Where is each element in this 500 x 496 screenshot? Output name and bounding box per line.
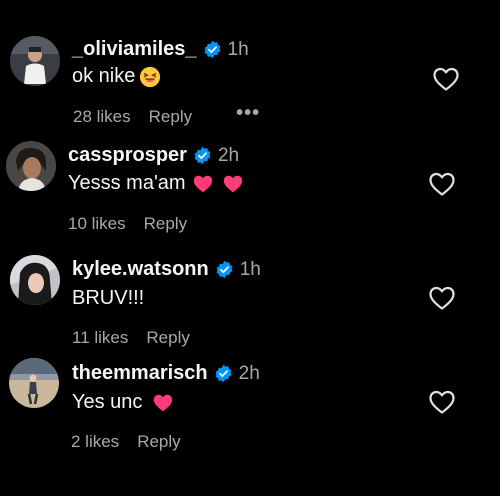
comment-meta: 2 likes Reply [71, 432, 181, 452]
reply-button[interactable]: Reply [137, 432, 180, 452]
comment-text: Yes unc [72, 391, 174, 414]
like-heart-icon[interactable] [428, 285, 456, 311]
pink-heart-icon [222, 173, 244, 195]
like-heart-icon[interactable] [428, 389, 456, 415]
reply-button[interactable]: Reply [144, 214, 187, 234]
comment-body: Yesss ma'am [68, 172, 186, 194]
like-heart-icon[interactable] [428, 171, 456, 197]
comment-meta: 11 likes Reply [72, 328, 190, 348]
comment-meta: 10 likes Reply [68, 214, 187, 234]
reply-button[interactable]: Reply [146, 328, 189, 348]
comment-item: theemmarisch 2h Yes unc 2 likes Reply [0, 0, 500, 451]
likes-count[interactable]: 11 likes [72, 328, 128, 348]
verified-badge-icon [214, 364, 233, 383]
avatar[interactable] [6, 141, 56, 191]
comment-feed: _oliviamiles_ 1h ok nike 28 likes Reply … [0, 0, 500, 496]
comment-header: cassprosper 2h [68, 144, 239, 167]
timestamp: 1h [239, 258, 261, 280]
verified-badge-icon [215, 260, 234, 279]
timestamp: 2h [238, 362, 260, 384]
likes-count[interactable]: 2 likes [71, 432, 119, 452]
comment-meta: 28 likes Reply ••• [73, 103, 260, 127]
avatar[interactable] [9, 358, 59, 408]
verified-badge-icon [193, 146, 212, 165]
comment-body: Yes unc [72, 391, 143, 413]
likes-count[interactable]: 28 likes [73, 107, 131, 127]
pink-heart-icon [192, 173, 214, 195]
pink-heart-icon [152, 392, 174, 414]
comment-header: theemmarisch 2h [72, 362, 260, 385]
avatar-image [9, 358, 59, 408]
reply-button[interactable]: Reply [149, 107, 192, 127]
comment-header: kylee.watsonn 1h [72, 258, 261, 281]
comment-text: Yesss ma'am [68, 172, 244, 195]
avatar-image [6, 141, 56, 191]
timestamp: 2h [217, 144, 240, 166]
username[interactable]: cassprosper [68, 144, 187, 167]
comment-body: BRUV!!! [72, 287, 145, 309]
avatar-image [10, 255, 60, 305]
avatar[interactable] [10, 255, 60, 305]
username[interactable]: kylee.watsonn [72, 258, 209, 281]
comment-text: BRUV!!! [72, 287, 144, 310]
username[interactable]: theemmarisch [72, 362, 208, 385]
likes-count[interactable]: 10 likes [68, 214, 126, 234]
